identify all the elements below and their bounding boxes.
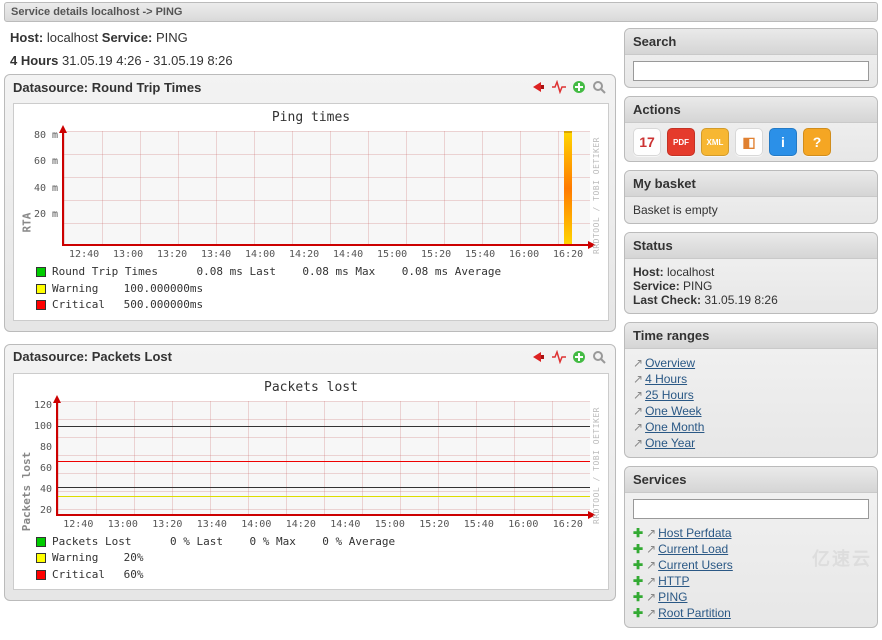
search-input[interactable] — [633, 61, 869, 81]
status-service-link[interactable]: PING — [683, 279, 712, 293]
page-icon[interactable]: ◧ — [735, 128, 763, 156]
pulse-icon[interactable] — [551, 349, 567, 365]
external-icon: ↗ — [633, 356, 643, 370]
external-icon: ↗ — [633, 436, 643, 450]
timerange-link[interactable]: One Week — [645, 404, 701, 418]
search-box: Search — [624, 28, 878, 88]
expand-icon[interactable]: ✚ — [633, 526, 643, 540]
basket-text: Basket is empty — [625, 197, 877, 223]
basket-box: My basket Basket is empty — [624, 170, 878, 224]
y-ticks: 80 m 60 m 40 m 20 m — [34, 131, 62, 246]
plus-circle-icon[interactable] — [571, 349, 587, 365]
status-lastcheck: 31.05.19 8:26 — [704, 293, 777, 307]
plot-area — [62, 131, 590, 246]
basket-title: My basket — [625, 171, 877, 197]
status-title: Status — [625, 233, 877, 259]
xml-icon[interactable]: XML — [701, 128, 729, 156]
external-icon: ↗ — [646, 606, 656, 620]
service-link[interactable]: Current Load — [658, 542, 728, 556]
datasource-panel-packets: Datasource: Packets Lost Packets lost Pa… — [4, 344, 616, 602]
grid-top-line — [58, 426, 590, 427]
critical-line — [58, 461, 590, 462]
expand-icon[interactable]: ✚ — [633, 606, 643, 620]
timeranges-box: Time ranges ↗Overview↗4 Hours↗25 Hours↗O… — [624, 322, 878, 458]
plot-area — [56, 401, 590, 516]
magnifier-icon[interactable] — [591, 79, 607, 95]
y-ticks: 120 100 80 60 40 20 — [34, 401, 56, 516]
datasource-panel-rtt: Datasource: Round Trip Times Ping times … — [4, 74, 616, 332]
packets-graph: Packets lost Packets lost 120 100 80 60 … — [13, 373, 609, 591]
service-link[interactable]: HTTP — [658, 574, 689, 588]
pdf-icon[interactable]: PDF — [667, 128, 695, 156]
timerange-link[interactable]: One Month — [645, 420, 704, 434]
legend: Round Trip Times 0.08 ms Last 0.08 ms Ma… — [34, 260, 602, 314]
warning-line — [58, 496, 590, 497]
service-link[interactable]: Host Perfdata — [658, 526, 731, 540]
service-link[interactable]: Current Users — [658, 558, 733, 572]
timerange-link[interactable]: One Year — [645, 436, 695, 450]
timerange-line: 4 Hours 31.05.19 4:26 - 31.05.19 8:26 — [4, 51, 616, 74]
help-icon[interactable]: ? — [803, 128, 831, 156]
expand-icon[interactable]: ✚ — [633, 574, 643, 588]
graph-toolbar — [531, 349, 607, 365]
service-link[interactable]: Root Partition — [658, 606, 731, 620]
magnifier-icon[interactable] — [591, 349, 607, 365]
services-title: Services — [625, 467, 877, 493]
rtt-graph: Ping times RTA 80 m 60 m 40 m 20 m — [13, 103, 609, 321]
red-horn-icon[interactable] — [531, 79, 547, 95]
actions-box: Actions 17PDFXML◧i? — [624, 96, 878, 162]
panel-title: Datasource: Round Trip Times — [13, 80, 201, 95]
timeranges-title: Time ranges — [625, 323, 877, 349]
expand-icon[interactable]: ✚ — [633, 558, 643, 572]
external-icon: ↗ — [633, 420, 643, 434]
x-ticks: 12:4013:00 13:2013:40 14:0014:20 14:4015… — [62, 249, 590, 260]
status-host-link[interactable]: localhost — [667, 265, 714, 279]
actions-title: Actions — [625, 97, 877, 123]
external-icon: ↗ — [646, 526, 656, 540]
status-box: Status Host: localhost Service: PING Las… — [624, 232, 878, 314]
data-spike — [564, 131, 572, 244]
calendar-icon[interactable]: 17 — [633, 128, 661, 156]
external-icon: ↗ — [646, 590, 656, 604]
services-box: Services ✚↗Host Perfdata✚↗Current Load✚↗… — [624, 466, 878, 628]
external-icon: ↗ — [633, 404, 643, 418]
timerange-link[interactable]: 25 Hours — [645, 388, 694, 402]
plus-circle-icon[interactable] — [571, 79, 587, 95]
expand-icon[interactable]: ✚ — [633, 542, 643, 556]
timerange-link[interactable]: 4 Hours — [645, 372, 687, 386]
pulse-icon[interactable] — [551, 79, 567, 95]
legend: Packets Lost 0 % Last 0 % Max 0 % Averag… — [34, 530, 602, 584]
grid-100-line — [58, 487, 590, 488]
external-icon: ↗ — [646, 542, 656, 556]
x-ticks: 12:4013:00 13:2013:40 14:0014:20 14:4015… — [56, 519, 590, 530]
graph-toolbar — [531, 79, 607, 95]
panel-title: Datasource: Packets Lost — [13, 349, 172, 364]
external-icon: ↗ — [633, 388, 643, 402]
external-icon: ↗ — [646, 574, 656, 588]
external-icon: ↗ — [646, 558, 656, 572]
service-link[interactable]: PING — [658, 590, 687, 604]
host-service-line: Host: localhost Service: PING — [4, 28, 616, 51]
services-filter-input[interactable] — [633, 499, 869, 519]
red-horn-icon[interactable] — [531, 349, 547, 365]
search-title: Search — [625, 29, 877, 55]
external-icon: ↗ — [633, 372, 643, 386]
expand-icon[interactable]: ✚ — [633, 590, 643, 604]
info-icon[interactable]: i — [769, 128, 797, 156]
page-title: Service details localhost -> PING — [4, 2, 878, 22]
timerange-link[interactable]: Overview — [645, 356, 695, 370]
